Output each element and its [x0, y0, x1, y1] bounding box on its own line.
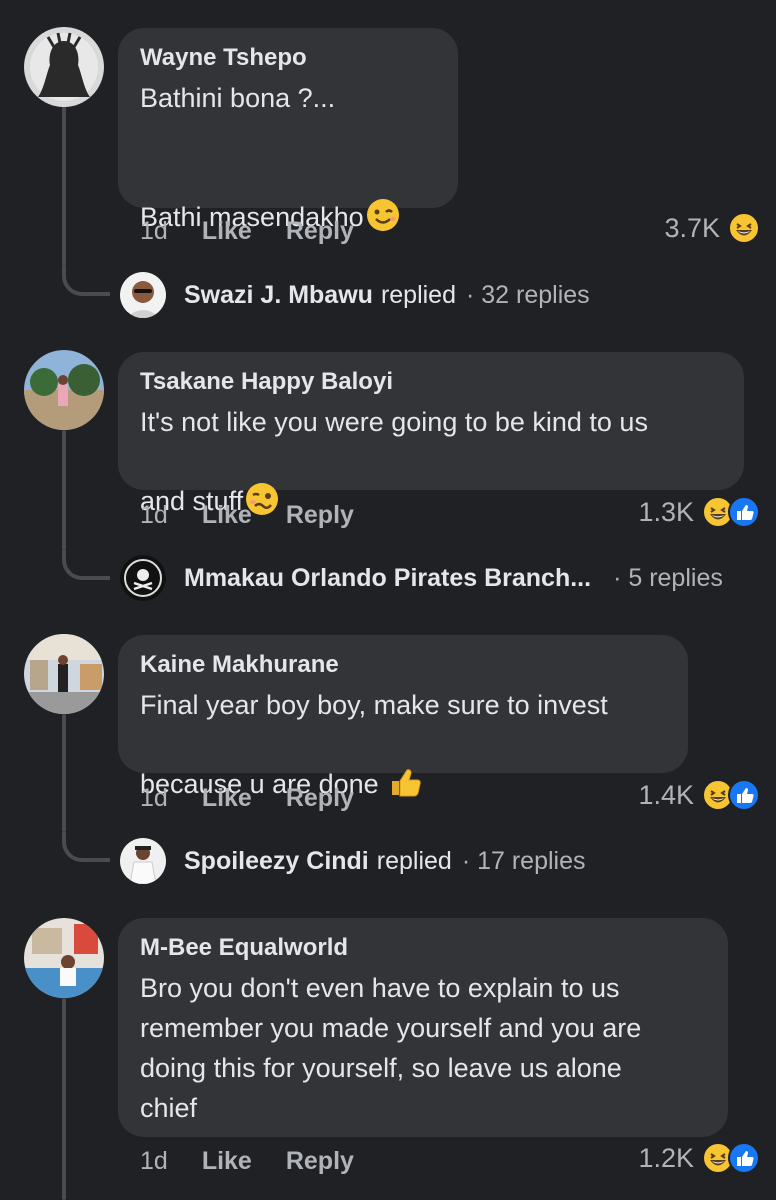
reaction-summary[interactable]: 1.4K — [638, 779, 760, 811]
reply-verb: replied — [376, 846, 452, 875]
comment-text: It's not like you were going to be kind … — [140, 407, 648, 516]
reply-button[interactable]: Reply — [286, 217, 354, 246]
like-button[interactable]: Like — [202, 217, 252, 246]
reply-button[interactable]: Reply — [286, 784, 354, 813]
comment-time: 1d — [140, 784, 168, 812]
like-button[interactable]: Like — [202, 784, 252, 813]
reaction-summary[interactable]: 3.7K — [664, 212, 760, 244]
reply-button[interactable]: Reply — [286, 501, 354, 530]
reply-thread-link[interactable]: Mmakau Orlando Pirates Branch... · 5 rep… — [120, 555, 723, 601]
like-emoji-icon — [728, 779, 760, 811]
reply-count: · 17 replies — [461, 846, 586, 875]
reply-thread-link[interactable]: Spoileezy Cindi replied · 17 replies — [120, 838, 586, 884]
like-button[interactable]: Like — [202, 1147, 252, 1176]
reply-button[interactable]: Reply — [286, 1147, 354, 1176]
comment-author[interactable]: M-Bee Equalworld — [140, 934, 706, 962]
avatar — [120, 838, 166, 884]
reply-author: Swazi J. Mbawu — [184, 280, 373, 309]
comment-bubble: M-Bee Equalworld Bro you don't even have… — [118, 918, 728, 1137]
comment-bubble: Wayne Tshepo Bathini bona ?... Bathi mas… — [118, 28, 458, 232]
thread-line — [62, 998, 66, 1200]
comment-time: 1d — [140, 501, 168, 529]
reaction-count: 3.7K — [664, 212, 720, 243]
thread-elbow — [62, 266, 110, 296]
thread-line — [62, 714, 66, 832]
reply-verb: replied — [380, 280, 456, 309]
reply-author: Spoileezy Cindi — [184, 846, 369, 875]
avatar[interactable] — [24, 634, 104, 714]
comment-bubble: Kaine Makhurane Final year boy boy, make… — [118, 635, 688, 799]
reaction-summary[interactable]: 1.3K — [638, 496, 760, 528]
reply-author: Mmakau Orlando Pirates Branch... — [184, 563, 592, 592]
reaction-summary[interactable]: 1.2K — [638, 1142, 760, 1174]
thread-line — [62, 430, 66, 550]
comment-actions: 1d Like Reply — [140, 784, 354, 813]
woozy-emoji-icon — [245, 442, 279, 515]
reaction-count: 1.4K — [638, 779, 694, 810]
thread-line — [62, 106, 66, 266]
thread-elbow — [62, 550, 110, 580]
avatar — [120, 272, 166, 318]
like-emoji-icon — [728, 496, 760, 528]
like-button[interactable]: Like — [202, 501, 252, 530]
reply-count: · 32 replies — [466, 280, 590, 309]
comment-author[interactable]: Wayne Tshepo — [140, 44, 436, 72]
reaction-count: 1.2K — [638, 1142, 694, 1173]
comment-time: 1d — [140, 217, 168, 245]
thread-elbow — [62, 832, 110, 862]
comments-page: Wayne Tshepo Bathini bona ?... Bathi mas… — [0, 0, 776, 1200]
comment-actions: 1d Like Reply — [140, 217, 354, 246]
reaction-count: 1.3K — [638, 496, 694, 527]
comment-actions: 1d Like Reply — [140, 501, 354, 530]
avatar[interactable] — [24, 27, 104, 107]
comment-bubble: Tsakane Happy Baloyi It's not like you w… — [118, 352, 744, 516]
comment-text: Bro you don't even have to explain to us… — [140, 973, 642, 1123]
reply-thread-link[interactable]: Swazi J. Mbawu replied · 32 replies — [120, 272, 590, 318]
comment-author[interactable]: Tsakane Happy Baloyi — [140, 368, 722, 396]
comment-time: 1d — [140, 1147, 168, 1175]
reply-count: · 5 replies — [613, 563, 723, 592]
orlando-pirates-logo-icon — [120, 555, 166, 601]
comment-text: Bathini bona ?... Bathi masendakho — [140, 83, 364, 232]
comment-actions: 1d Like Reply — [140, 1147, 354, 1176]
laugh-emoji-icon — [728, 212, 760, 244]
avatar[interactable] — [24, 350, 104, 430]
avatar[interactable] — [24, 918, 104, 998]
like-emoji-icon — [728, 1142, 760, 1174]
comment-author[interactable]: Kaine Makhurane — [140, 651, 666, 679]
thumbs-up-emoji-icon — [388, 725, 422, 797]
comment-text: Final year boy boy, make sure to invest … — [140, 690, 608, 799]
comment-text-wrap: Bathini bona ?... Bathi masendakho — [140, 78, 436, 237]
wink-emoji-icon — [366, 158, 400, 231]
